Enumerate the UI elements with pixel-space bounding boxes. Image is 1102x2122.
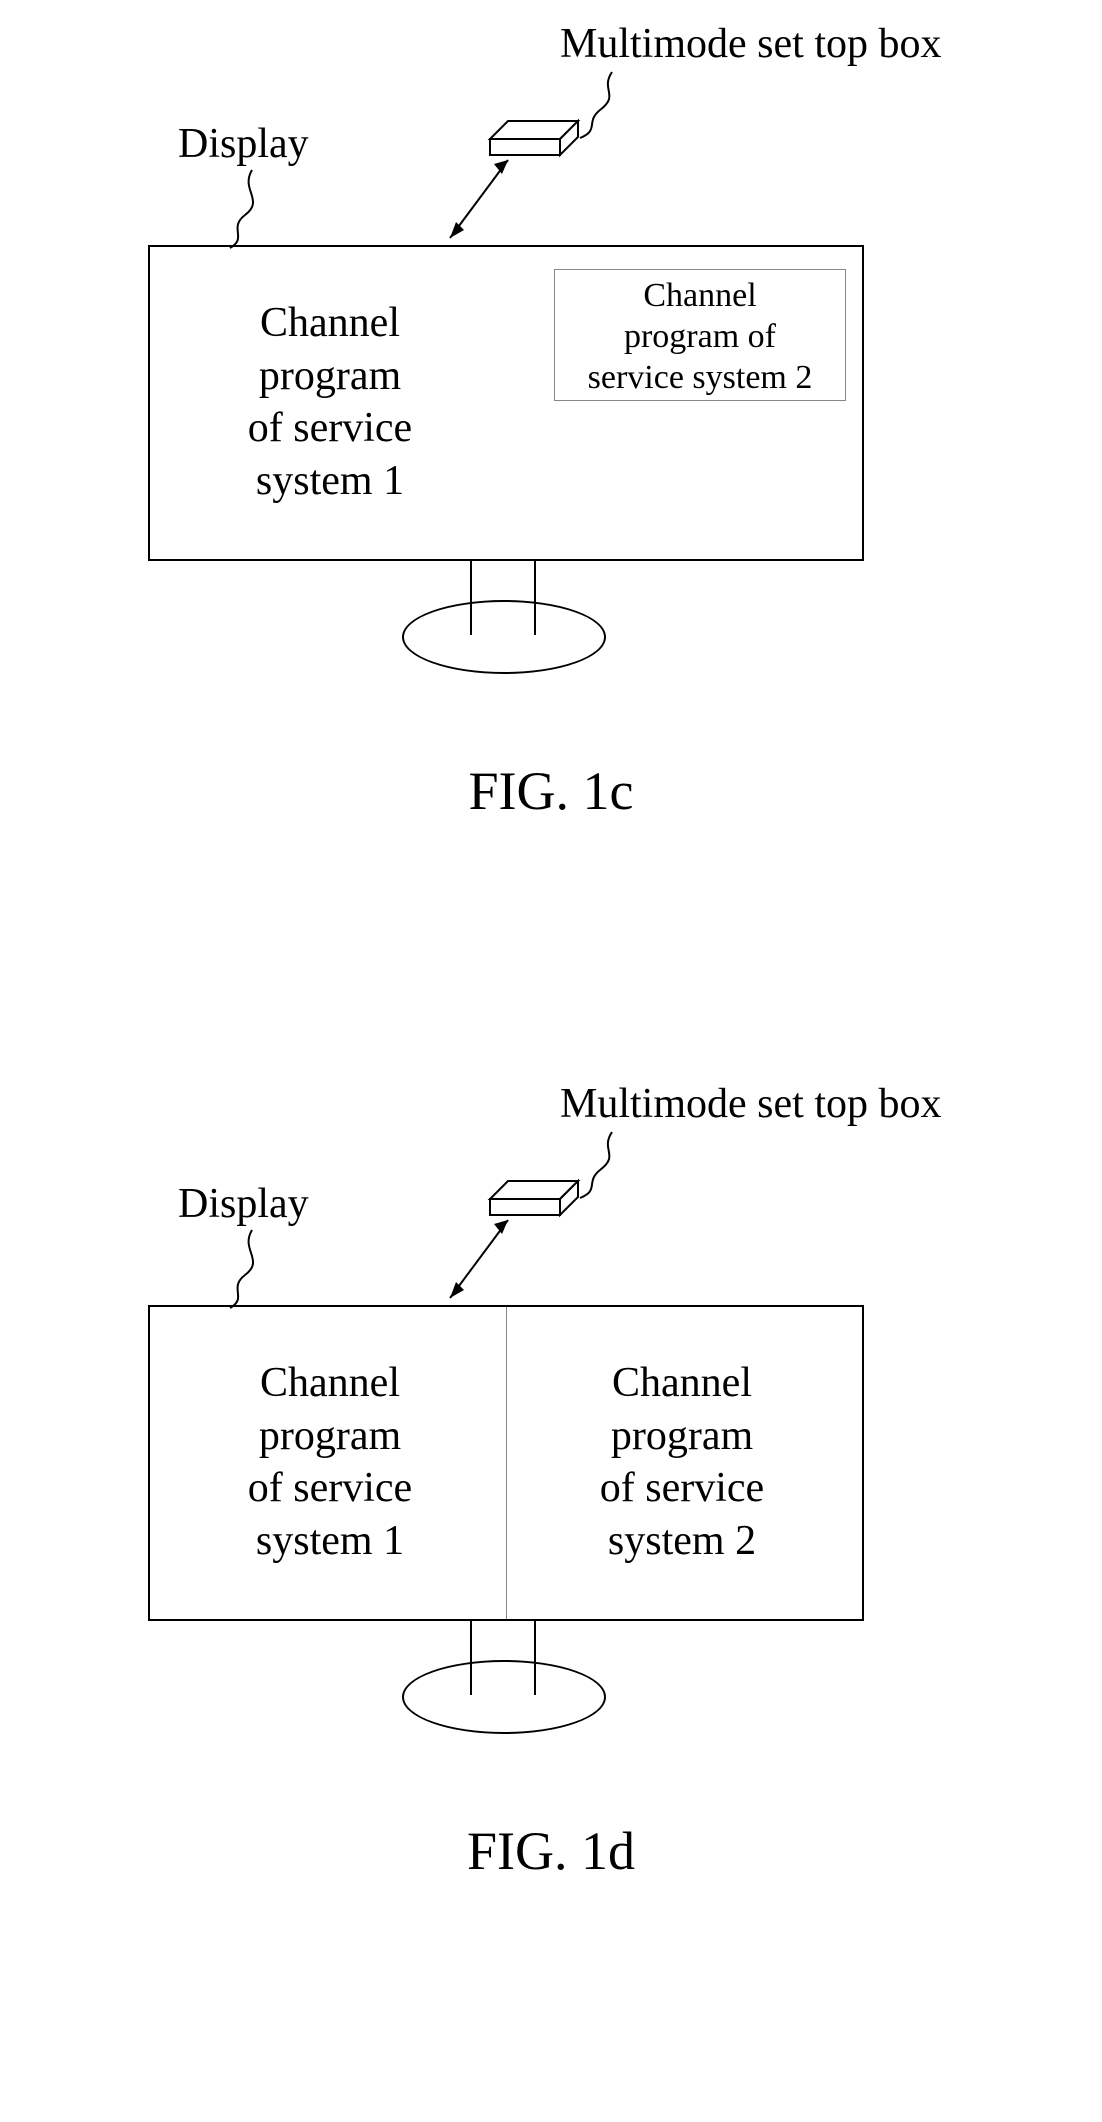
monitor-1c: Channelprogramof servicesystem 1 Channel… — [148, 245, 864, 561]
stand-neck-right-1c — [534, 559, 536, 635]
stb-arrow-1d — [450, 1220, 508, 1298]
monitor-1d: Channelprogramof servicesystem 1 Channel… — [148, 1305, 864, 1621]
stb-arrow-1c — [450, 160, 508, 238]
caption-1c: FIG. 1c — [0, 760, 1102, 822]
figure-1c: Multimode set top box Display Channelpro… — [0, 0, 1102, 1000]
stand-neck-left-1c — [470, 559, 472, 635]
stand-neck-right-1d — [534, 1619, 536, 1695]
stb-label-1d: Multimode set top box — [560, 1080, 942, 1128]
display-leader-1d — [230, 1230, 253, 1308]
stb-icon-1c — [490, 121, 578, 155]
caption-1d: FIG. 1d — [0, 1820, 1102, 1882]
display-leader-1c — [230, 170, 253, 248]
stand-neck-left-1d — [470, 1619, 472, 1695]
left-program-text-1d: Channelprogramof servicesystem 1 — [190, 1357, 470, 1567]
display-label-1c: Display — [178, 120, 309, 168]
figure-1d: Multimode set top box Display Channelpro… — [0, 1060, 1102, 2060]
main-program-text-1c: Channelprogramof servicesystem 1 — [210, 297, 450, 507]
pip-program-text-1c: Channelprogram ofservice system 2 — [565, 276, 835, 398]
split-line-1d — [506, 1307, 507, 1619]
right-program-text-1d: Channelprogramof servicesystem 2 — [542, 1357, 822, 1567]
stb-label-1c: Multimode set top box — [560, 20, 942, 68]
stb-leader-1d — [580, 1132, 612, 1198]
pip-box-1c: Channelprogram ofservice system 2 — [554, 269, 846, 401]
stand-base-1c — [402, 600, 606, 674]
stb-leader-1c — [580, 72, 612, 138]
display-label-1d: Display — [178, 1180, 309, 1228]
stb-icon-1d — [490, 1181, 578, 1215]
stand-base-1d — [402, 1660, 606, 1734]
